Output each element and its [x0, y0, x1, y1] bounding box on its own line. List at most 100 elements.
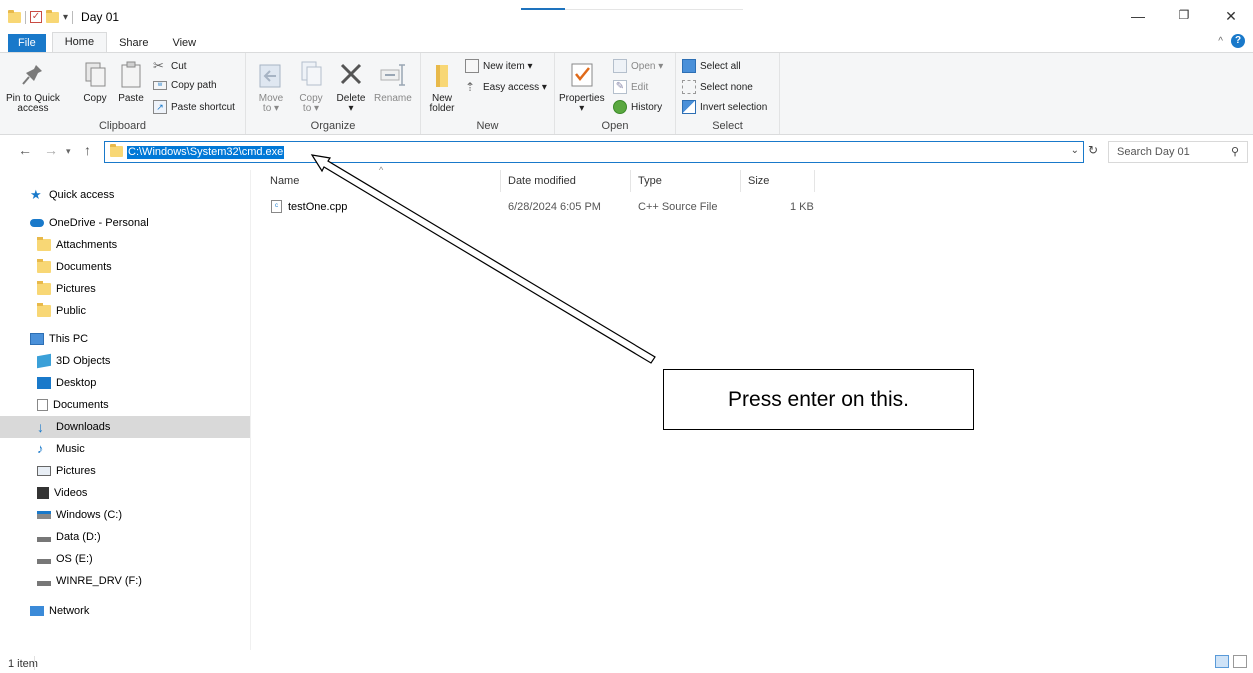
properties-button[interactable]: Properties ▾ [559, 59, 605, 114]
refresh-icon[interactable]: ↻ [1088, 143, 1098, 157]
nav-3d-objects[interactable]: 3D Objects [0, 350, 250, 372]
tab-share[interactable]: Share [107, 34, 160, 52]
open-group: Properties ▾ Open ▾ ✎ Edit History Open [555, 53, 676, 134]
nav-videos[interactable]: Videos [0, 482, 250, 504]
file-name[interactable]: testOne.cpp [288, 196, 347, 218]
column-divider[interactable] [740, 170, 741, 192]
folder-icon [37, 237, 51, 251]
history-button[interactable]: History [613, 100, 662, 114]
tab-view[interactable]: View [160, 34, 208, 52]
folder-icon [37, 281, 51, 295]
cut-label: Cut [171, 60, 187, 72]
cube-icon [37, 353, 51, 369]
open-button[interactable]: Open ▾ [613, 59, 663, 73]
search-icon[interactable]: ⚲ [1231, 145, 1239, 158]
nav-drive-c[interactable]: Windows (C:) [0, 504, 250, 526]
edit-button[interactable]: ✎ Edit [613, 80, 648, 94]
nav-onedrive-documents[interactable]: Documents [0, 256, 250, 278]
large-icons-view-icon[interactable] [1233, 655, 1247, 668]
nav-label: This PC [49, 333, 89, 345]
column-divider[interactable] [814, 170, 815, 192]
copy-path-button[interactable]: w Copy path [153, 80, 217, 91]
nav-label: Quick access [49, 189, 115, 201]
invert-selection-button[interactable]: Invert selection [682, 100, 767, 114]
title-accent-bar [521, 8, 565, 10]
paste-shortcut-label: Paste shortcut [171, 101, 235, 113]
nav-label: OneDrive - Personal [49, 217, 149, 229]
select-group: Select all Select none Invert selection … [676, 53, 780, 134]
nav-drive-e[interactable]: OS (E:) [0, 548, 250, 570]
move-to-button[interactable]: Move to ▾ [256, 59, 286, 114]
nav-label: Downloads [56, 421, 111, 433]
column-divider[interactable] [500, 170, 501, 192]
minimize-button[interactable]: — [1128, 8, 1148, 24]
properties-qat-icon[interactable]: ✓ [30, 11, 42, 23]
nav-drive-f[interactable]: WINRE_DRV (F:) [0, 570, 250, 592]
nav-public[interactable]: Public [0, 300, 250, 322]
address-bar[interactable]: C:\Windows\System32\cmd.exe ⌄ [104, 141, 1084, 163]
new-item-label[interactable]: New item ▾ [483, 61, 532, 72]
collapse-ribbon-icon[interactable]: ^ [1218, 36, 1223, 47]
up-button[interactable]: ↑ [84, 142, 91, 158]
nav-downloads[interactable]: ↓ Downloads [0, 416, 250, 438]
copy-to-button[interactable]: Copy to ▾ [296, 59, 326, 114]
delete-button[interactable]: Delete ▾ [336, 59, 366, 114]
paste-shortcut-button[interactable]: ↗ Paste shortcut [153, 100, 235, 114]
nav-drive-d[interactable]: Data (D:) [0, 526, 250, 548]
address-path[interactable]: C:\Windows\System32\cmd.exe [127, 146, 285, 159]
nav-attachments[interactable]: Attachments [0, 234, 250, 256]
forward-button[interactable]: → [44, 142, 58, 158]
copy-button[interactable]: Copy [80, 59, 110, 104]
rename-button[interactable]: Rename [374, 59, 412, 104]
nav-desktop[interactable]: Desktop [0, 372, 250, 394]
new-folder-qat-icon[interactable] [46, 9, 59, 23]
maximize-button[interactable]: ❐ [1174, 8, 1194, 22]
open-label: Open ▾ [631, 60, 664, 72]
new-folder-label-2: folder [429, 103, 455, 114]
properties-dropdown: ▾ [579, 103, 585, 114]
nav-network[interactable]: Network [0, 600, 250, 622]
nav-onedrive-pictures[interactable]: Pictures [0, 278, 250, 300]
cut-button[interactable]: ✂ Cut [153, 59, 187, 73]
customize-qat-dropdown[interactable]: ▾ [63, 12, 68, 23]
separator [34, 656, 35, 670]
recent-locations-dropdown[interactable]: ▾ [66, 146, 71, 157]
nav-label: Documents [53, 399, 109, 411]
pin-icon [22, 65, 42, 85]
column-header-date[interactable]: Date modified [508, 170, 576, 192]
close-button[interactable]: ✕ [1221, 8, 1241, 25]
details-view-icon[interactable] [1215, 655, 1229, 668]
column-header-size[interactable]: Size [748, 170, 769, 192]
column-header-type[interactable]: Type [638, 170, 662, 192]
nav-music[interactable]: ♪ Music [0, 438, 250, 460]
nav-documents[interactable]: Documents [0, 394, 250, 416]
new-item-button[interactable]: New item ▾ [465, 59, 532, 73]
new-group: New folder New item ▾ ⇡ Easy access ▾ Ne… [421, 53, 555, 134]
select-none-icon [682, 80, 696, 94]
help-icon[interactable]: ? [1231, 34, 1245, 48]
nav-this-pc[interactable]: This PC [0, 328, 250, 350]
address-dropdown-icon[interactable]: ⌄ [1071, 145, 1079, 156]
easy-access-label[interactable]: Easy access ▾ [483, 82, 547, 93]
nav-onedrive[interactable]: OneDrive - Personal [0, 212, 250, 234]
picture-icon [37, 466, 51, 476]
back-button[interactable]: ← [18, 142, 32, 158]
select-none-label: Select none [700, 81, 753, 93]
tab-file[interactable]: File [8, 34, 46, 52]
select-all-button[interactable]: Select all [682, 59, 741, 73]
nav-quick-access[interactable]: ★ Quick access [0, 184, 250, 206]
nav-pictures[interactable]: Pictures [0, 460, 250, 482]
column-divider[interactable] [630, 170, 631, 192]
select-none-button[interactable]: Select none [682, 80, 753, 94]
cpp-file-icon: c [271, 200, 282, 213]
paste-button[interactable]: Paste [116, 59, 146, 104]
pin-to-quick-access-button[interactable]: Pin to Quick access [6, 59, 60, 114]
paste-icon [121, 61, 141, 88]
new-folder-button[interactable]: New folder [427, 59, 457, 114]
column-header-name[interactable]: Name [270, 170, 299, 192]
search-box[interactable]: Search Day 01 ⚲ [1108, 141, 1248, 163]
ribbon: Pin to Quick access Copy Paste ✂ Cut w C… [0, 52, 1253, 135]
easy-access-button[interactable]: ⇡ Easy access ▾ [465, 80, 547, 94]
tab-home[interactable]: Home [51, 32, 108, 52]
desktop-icon [37, 377, 51, 389]
